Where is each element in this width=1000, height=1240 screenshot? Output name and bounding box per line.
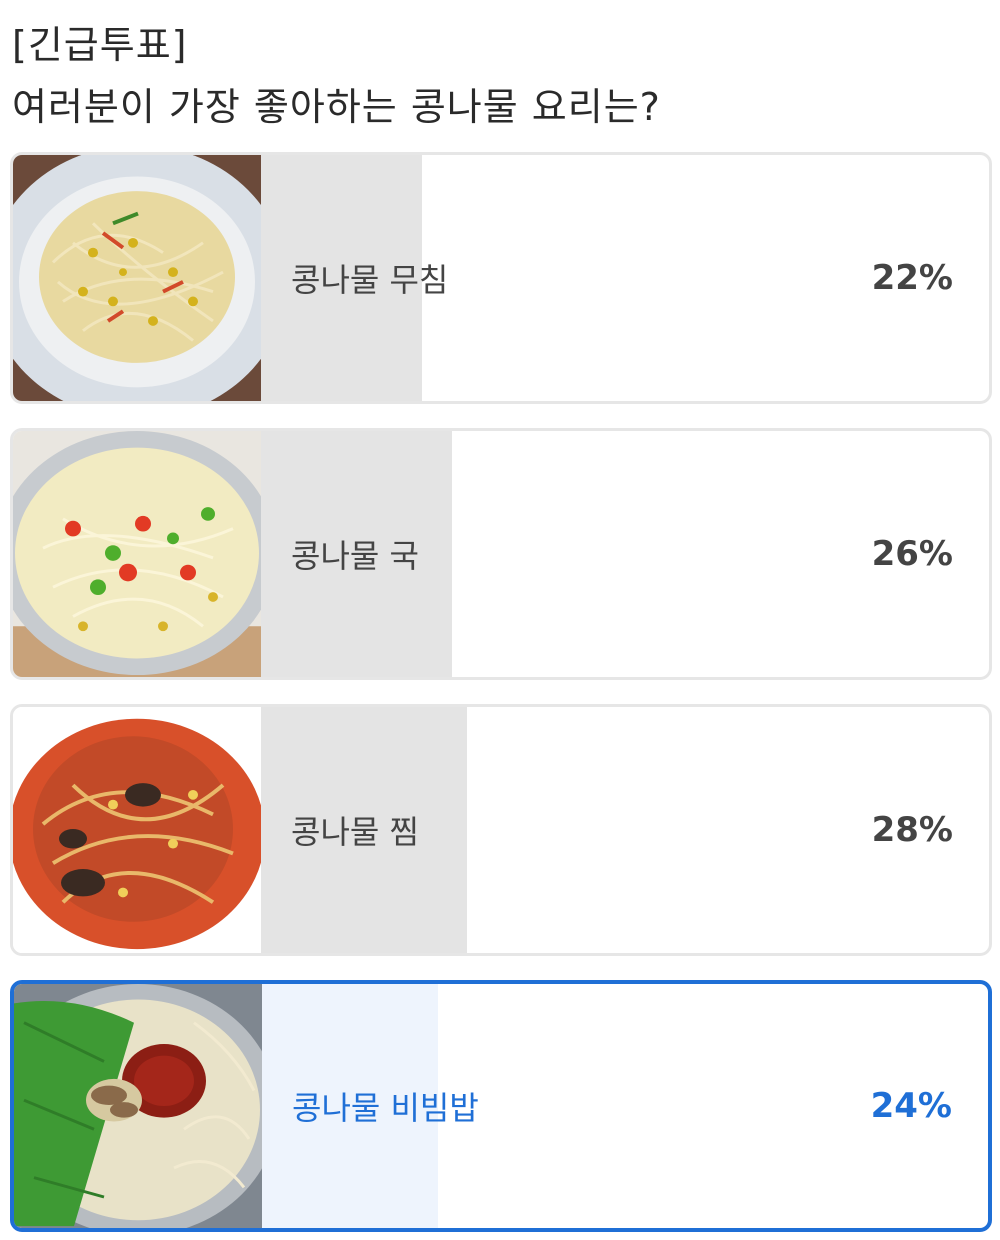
seasoned-bean-sprouts-image <box>13 155 261 401</box>
braised-bean-sprouts-image <box>13 707 261 953</box>
option-percent: 22% <box>871 258 953 298</box>
option-label: 콩나물 국 <box>291 537 419 575</box>
poll-option-1[interactable]: 콩나물 무침 22% <box>10 152 992 404</box>
bean-sprout-bibimbap-image <box>14 984 262 1228</box>
option-percent: 24% <box>870 1086 952 1126</box>
poll-question: 여러분이 가장 좋아하는 콩나물 요리는? <box>12 85 661 129</box>
option-percent: 26% <box>871 534 953 574</box>
option-label: 콩나물 비빔밥 <box>292 1089 479 1127</box>
poll-options: 콩나물 무침 22% 콩나물 국 26% 콩나물 찜 28% 콩나물 비빔밥 2… <box>10 152 992 1240</box>
bean-sprout-soup-image <box>13 431 261 677</box>
option-label: 콩나물 찜 <box>291 813 419 851</box>
poll-option-4[interactable]: 콩나물 비빔밥 24% <box>10 980 992 1232</box>
poll-tag: [긴급투표] <box>12 23 188 67</box>
option-label: 콩나물 무침 <box>291 261 449 299</box>
option-percent: 28% <box>871 810 953 850</box>
poll-option-3[interactable]: 콩나물 찜 28% <box>10 704 992 956</box>
poll-option-2[interactable]: 콩나물 국 26% <box>10 428 992 680</box>
